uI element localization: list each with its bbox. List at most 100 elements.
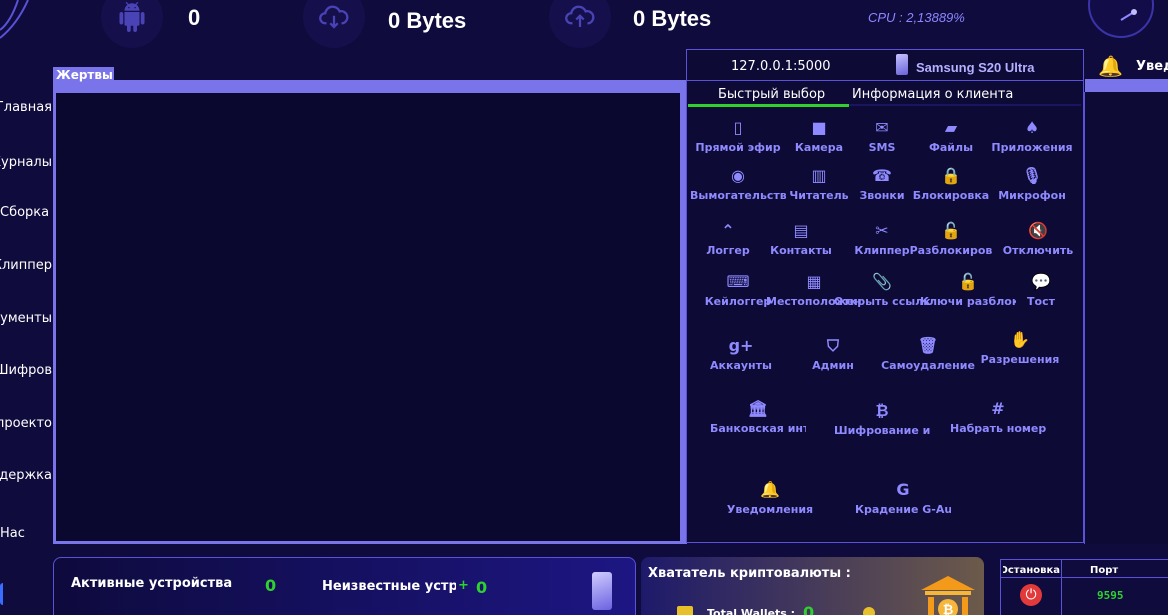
- function-label: Отключить: [1002, 244, 1074, 257]
- power-icon: ⏻: [1025, 587, 1037, 603]
- volume-mute-icon: 🔇: [1028, 221, 1048, 240]
- tab-client-info[interactable]: Информация о клиента: [852, 87, 1013, 102]
- notifications-list[interactable]: [1084, 92, 1168, 544]
- cloud-upload-icon: [565, 5, 595, 27]
- smartphone-icon: [896, 54, 908, 75]
- function-bank-button[interactable]: 🏛 Банковская инъекция: [710, 399, 806, 435]
- tab-quick-select[interactable]: Быстрый выбор: [718, 87, 825, 102]
- function-unlock-button[interactable]: 🔓 Разблокиров: [903, 221, 999, 257]
- paperclip-icon: 📎: [872, 272, 892, 291]
- google-icon: G: [896, 480, 910, 499]
- unknown-devices-plus: +: [458, 578, 469, 593]
- function-bitcoin-button[interactable]: ₿ Шифрование инъекция: [834, 401, 930, 437]
- function-google-plus-button[interactable]: g+ Аккаунты: [693, 336, 789, 372]
- victims-title: Жертвы: [53, 67, 114, 84]
- bell-icon: 🔔: [760, 480, 780, 499]
- sidebar-item-crypter[interactable]: Шифров: [0, 363, 52, 378]
- function-label: Крадение G-Auth: [855, 503, 951, 516]
- start-stop-header: Запуск/Остановка: [1003, 565, 1060, 576]
- sidebar-item-tools[interactable]: Инструменты: [0, 311, 52, 326]
- function-google-button[interactable]: G Крадение G-Auth: [855, 480, 951, 516]
- microphone-icon: 🎙: [1021, 166, 1043, 185]
- uploaded-bytes: 0 Bytes: [633, 6, 712, 31]
- function-volume-mute-button[interactable]: 🔇 Отключить: [990, 221, 1086, 257]
- sidebar-item-build[interactable]: Сборка: [0, 205, 52, 220]
- function-label: Разблокиров: [909, 244, 993, 257]
- port-header: Порт: [1090, 565, 1119, 576]
- victims-list[interactable]: [56, 93, 680, 541]
- function-label: Уведомления: [726, 503, 814, 516]
- function-microphone-button[interactable]: 🎙 Микрофон: [984, 166, 1080, 202]
- function-label: Самоудаление: [881, 359, 975, 372]
- function-label: Банковская инъекция: [710, 422, 806, 435]
- function-hashtag-button[interactable]: # Набрать номер: [950, 399, 1046, 435]
- power-button[interactable]: ⏻: [1020, 584, 1042, 606]
- downloaded-bytes: 0 Bytes: [388, 8, 467, 33]
- crypto-clipper-title: Хвататель криптовалюты :: [648, 566, 851, 581]
- android-icon-badge: [101, 0, 163, 48]
- function-hand-button[interactable]: ✋ Разрешения: [972, 330, 1068, 366]
- hand-icon: ✋: [1010, 330, 1030, 349]
- notifications-title: Уведомления: [1136, 59, 1168, 74]
- function-label: Открыть ссылку: [834, 295, 930, 308]
- tab-divider: [849, 104, 1081, 106]
- function-label: Шифрование инъекция: [834, 424, 930, 437]
- app-window: 0 0 Bytes 0 Bytes CPU : 2,13889% Главная…: [0, 0, 1168, 615]
- sidebar-bottom-icon: [0, 583, 6, 605]
- notifications-bar: [1085, 79, 1168, 92]
- hashtag-icon: #: [991, 399, 1005, 418]
- download-icon-badge: [303, 0, 365, 48]
- function-label: Тост: [1027, 295, 1055, 308]
- function-paperclip-button[interactable]: 📎 Открыть ссылку: [834, 272, 930, 308]
- function-label: Микрофон: [998, 189, 1066, 202]
- sidebar-item-home[interactable]: Главная: [0, 100, 52, 115]
- shield-icon: ⛉: [826, 336, 839, 355]
- function-trash-button[interactable]: 🗑 Самоудаление: [880, 336, 976, 372]
- function-shield-button[interactable]: ⛉ Админ: [785, 336, 881, 372]
- port-table-header-line: [1000, 577, 1168, 578]
- devices-count: 0: [188, 5, 201, 30]
- unknown-devices-value: 0: [476, 578, 488, 597]
- bitcoin-icon: ₿: [875, 401, 889, 420]
- function-label: Приложения: [991, 141, 1073, 154]
- function-bell-button[interactable]: 🔔 Уведомления: [722, 480, 818, 516]
- port-value: 9595: [1097, 589, 1124, 602]
- unlock-icon: 🔓: [941, 221, 961, 240]
- active-devices-label: Активные устройства: [71, 576, 233, 591]
- sidebar-item-support[interactable]: Поддержка: [0, 468, 52, 483]
- smartphone-icon: [592, 572, 612, 610]
- speedometer-icon: [1088, 0, 1154, 38]
- svg-text:₿: ₿: [943, 603, 954, 615]
- google-plus-icon: g+: [728, 336, 754, 355]
- android-icon: [119, 2, 145, 32]
- function-comments-button[interactable]: 💬 Тост: [993, 272, 1089, 308]
- function-label: Набрать номер: [950, 422, 1046, 435]
- logo-swoosh-icon: [0, 0, 29, 39]
- client-ip: 127.0.0.1:5000: [731, 59, 831, 74]
- bell-icon: 🔔: [1098, 54, 1123, 78]
- port-table-divider: [1061, 559, 1062, 615]
- function-label: Разрешения: [980, 353, 1060, 366]
- function-label: Админ: [812, 359, 854, 372]
- sidebar-item-logs[interactable]: Журналы: [0, 155, 52, 170]
- bitcoin-bank-icon: ₿: [921, 576, 975, 615]
- sidebar-item-clipper[interactable]: Клиппер: [0, 258, 52, 273]
- client-model: Samsung S20 Ultra: [916, 60, 1035, 75]
- trash-icon: 🗑: [917, 336, 939, 355]
- total-wallets-label: Total Wallets :: [707, 607, 796, 615]
- unknown-devices-label: Неизвестные устройства: [322, 579, 456, 594]
- function-android-button[interactable]: ♠ Приложения: [984, 118, 1080, 154]
- sidebar-item-about[interactable]: О проекто: [0, 416, 52, 431]
- active-tab-indicator: [688, 104, 849, 107]
- cloud-download-icon: [319, 5, 349, 29]
- active-devices-value: 0: [265, 576, 277, 595]
- bank-icon: 🏛: [747, 399, 769, 418]
- coin-icon: [863, 607, 875, 615]
- android-icon: ♠: [1024, 118, 1040, 137]
- upload-icon-badge: [549, 0, 611, 48]
- wallet-icon: [677, 606, 693, 615]
- comments-icon: 💬: [1031, 272, 1051, 291]
- total-wallets-value: 0: [803, 603, 815, 615]
- function-label: Аккаунты: [710, 359, 772, 372]
- sidebar-item-us[interactable]: Нас: [0, 526, 52, 541]
